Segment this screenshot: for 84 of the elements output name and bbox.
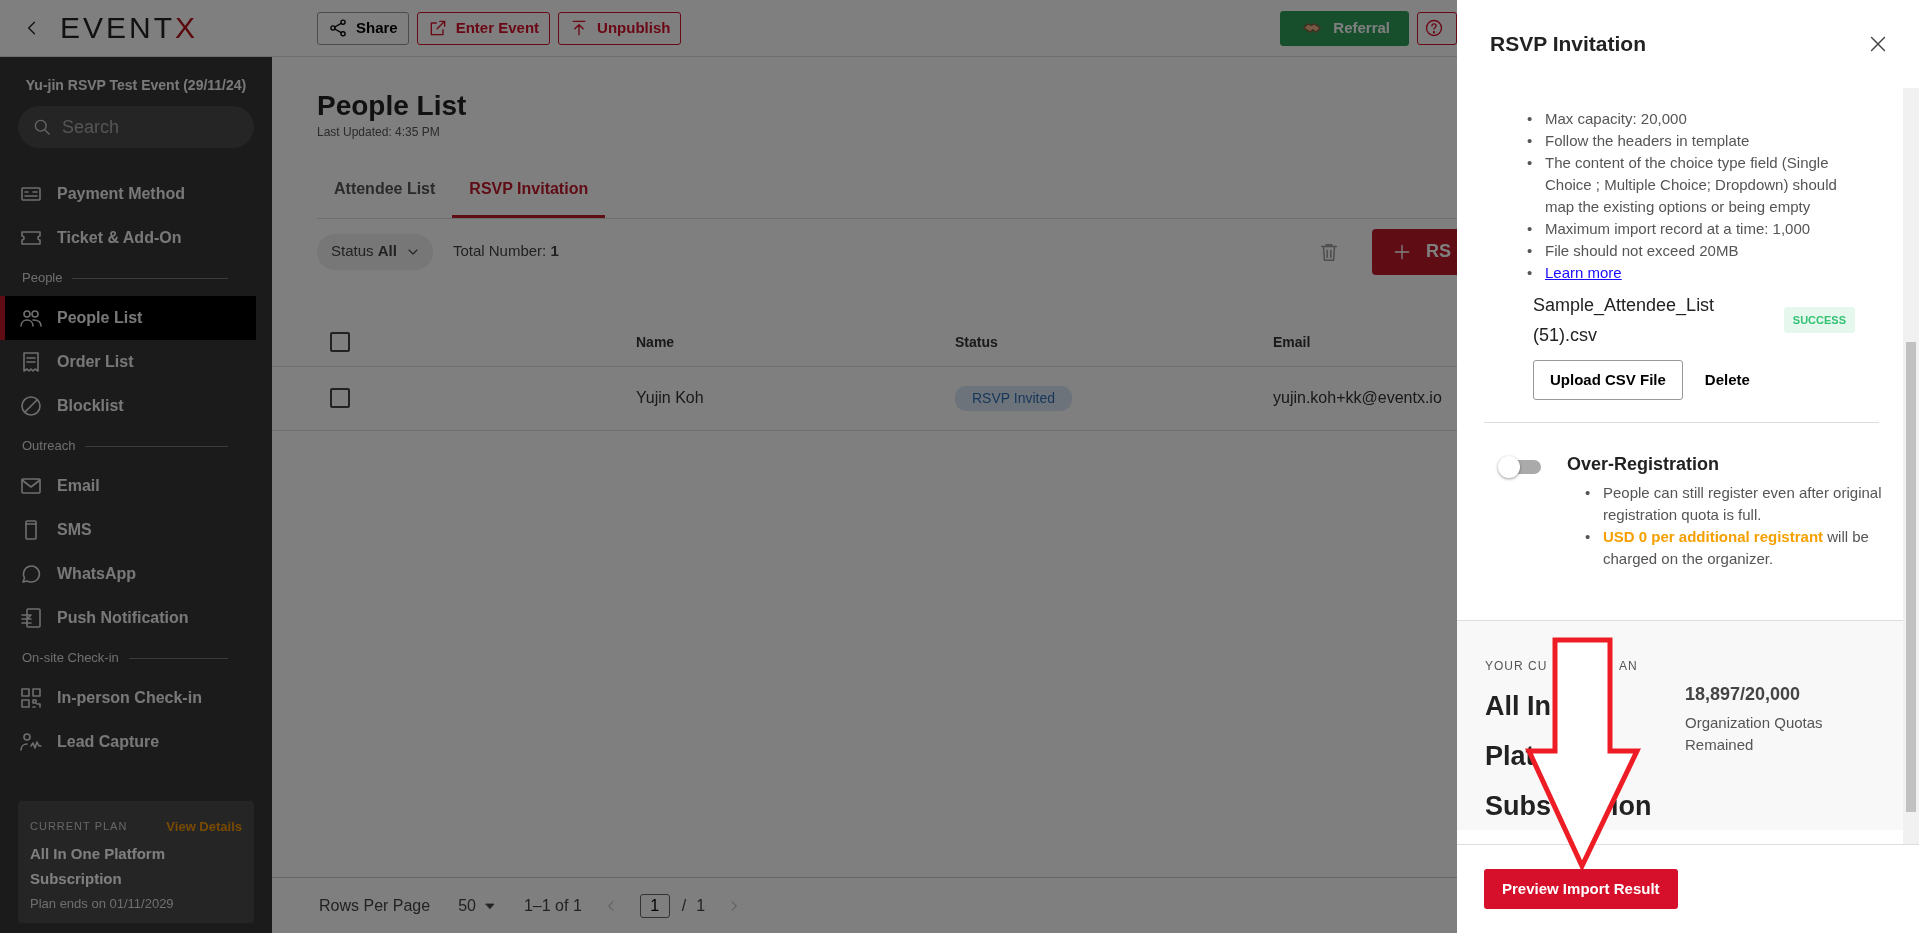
search-icon [32, 117, 52, 137]
bullet: • [1527, 131, 1534, 151]
sidebar-item[interactable]: Order List [0, 340, 256, 384]
page-range: 1–1 of 1 [523, 895, 582, 916]
section-label: On-site Check-in [22, 649, 119, 668]
quota-label: Organization Quotas Remained [1685, 713, 1824, 755]
delete-button[interactable]: Delete [1698, 367, 1756, 393]
plan-label: AN [1619, 658, 1638, 675]
note-text: USD 0 per additional registrant will be charged on the organizer. [1603, 527, 1870, 569]
add-button[interactable]: RS [1372, 228, 1457, 275]
page-total: 1 [696, 895, 706, 916]
notification-icon [19, 606, 43, 630]
view-details-link[interactable]: View Details [166, 816, 242, 836]
rows-per-page-select[interactable]: 50 [452, 892, 502, 919]
column-header: Email [1273, 332, 1312, 352]
section-label: People [22, 269, 63, 288]
sidebar-item[interactable]: Email [0, 464, 256, 508]
column-header: Status [955, 332, 999, 352]
rule-text: File should not exceed 20MB [1545, 241, 1739, 261]
name-cell-text: Yujin Koh [636, 388, 705, 409]
row-checkbox[interactable] [330, 388, 350, 409]
tab[interactable]: RSVP Invitation [452, 164, 606, 218]
bullet: • [1527, 219, 1534, 239]
plan-name: Subs [1485, 790, 1552, 823]
select-all-checkbox[interactable] [330, 332, 350, 353]
sidebar-item[interactable]: People List [0, 296, 256, 340]
page-input[interactable]: 1 [639, 893, 670, 918]
sidebar-item[interactable]: In-person Check-in [0, 676, 256, 720]
toggle-switch[interactable] [1497, 455, 1543, 479]
person-pulse-icon [19, 730, 43, 754]
learn-more-link[interactable]: Learn more [1545, 262, 1622, 284]
bullet: • [1527, 241, 1534, 261]
bullet: • [1527, 153, 1534, 173]
bullet: • [1585, 483, 1592, 503]
sidebar-item[interactable]: SMS [0, 508, 256, 552]
file-name: Sample_Attendee_List (51).csv [1533, 294, 1716, 347]
note-text: People can still register even after original registration quota is full. [1603, 483, 1883, 525]
rule-text: Maximum import record at a time: 1,000 [1545, 219, 1811, 239]
share-button[interactable]: Share [317, 11, 409, 45]
sidebar-item[interactable]: Payment Method [0, 172, 256, 216]
sidebar-item[interactable]: Lead Capture [0, 720, 256, 764]
event-title: Yu-jin RSVP Test Event (29/11/24) [24, 76, 248, 95]
sidebar-item[interactable]: Push Notification [0, 596, 256, 640]
section-title: Over-Registration [1567, 453, 1721, 476]
preview-import-button[interactable]: Preview Import Result [1484, 869, 1678, 909]
chat-icon [19, 562, 43, 586]
status-filter[interactable]: Status All [317, 233, 433, 270]
rule-text: Follow the headers in template [1545, 131, 1750, 151]
email-cell-text: yujin.koh+kk@eventx.io [1273, 388, 1443, 409]
section-label: Outreach [22, 437, 76, 456]
tab[interactable]: Attendee List [317, 164, 453, 218]
sidebar-item[interactable]: Blocklist [0, 384, 256, 428]
rows-per-page-label: Rows Per Page [319, 895, 431, 916]
help-button[interactable] [1417, 11, 1457, 45]
unpublish-button[interactable]: Unpublish [558, 11, 682, 45]
bullet: • [1527, 109, 1534, 129]
plan-label: CURRENT PLAN [30, 819, 128, 834]
page-title: People List [317, 89, 468, 123]
logo: EVENTX [60, 13, 199, 43]
rule-text: Max capacity: 20,000 [1545, 109, 1687, 129]
quota-value: 18,897/20,000 [1685, 683, 1802, 706]
upload-button[interactable]: Upload CSV File [1533, 360, 1683, 400]
share-icon [328, 18, 348, 38]
plan-end-date: Plan ends on 01/11/2029 [30, 894, 175, 913]
plan-name: All In One Platform Subscription [30, 844, 166, 889]
status-badge: RSVP Invited [955, 385, 1072, 411]
help-icon [1424, 18, 1444, 38]
sidebar-item[interactable]: WhatsApp [0, 552, 256, 596]
referral-button[interactable]: Referral [1280, 10, 1409, 46]
qr-code-icon [19, 686, 43, 710]
plan-name: All In [1485, 690, 1552, 723]
success-badge: SUCCESS [1783, 306, 1855, 334]
drawer-title: RSVP Invitation [1490, 31, 1646, 58]
page-separator: / [681, 895, 687, 916]
ban-icon [19, 394, 43, 418]
bullet: • [1527, 263, 1534, 283]
column-header: Name [636, 332, 676, 352]
rule-text: The content of the choice type field (Single Choice ; Multiple Choice; Dropdown) should map the existing options or being empty [1545, 153, 1838, 217]
plan-label: YOUR CU [1485, 658, 1549, 675]
sidebar-item[interactable]: Ticket & Add-On [0, 216, 256, 260]
total-number: Total Number: 1 [452, 241, 559, 262]
last-updated: Last Updated: 4:35 PM [317, 123, 441, 141]
enter-event-button[interactable]: Enter Event [416, 11, 551, 45]
bullet: • [1585, 527, 1592, 547]
